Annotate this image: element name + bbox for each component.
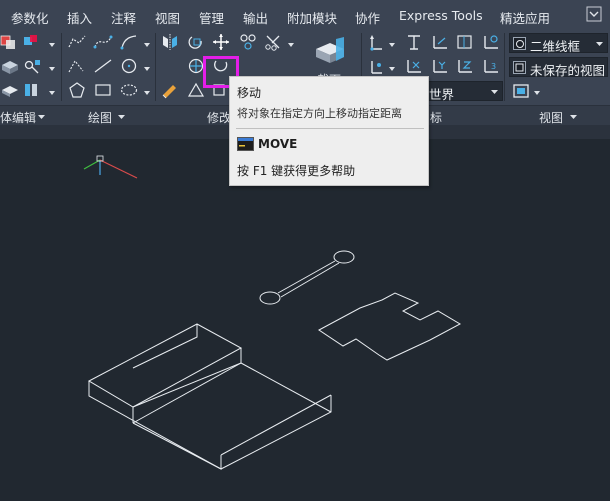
section-plane-icon[interactable] [312,35,348,69]
command-line-icon [237,137,254,151]
tab-featured-apps[interactable]: 精选应用 [500,8,550,27]
rotate-icon[interactable] [186,33,206,51]
circle-dropdown-icon[interactable] [144,67,150,71]
arc-icon[interactable] [119,33,139,51]
tooltip-divider [236,128,424,129]
ellipse-dropdown-icon[interactable] [144,91,150,95]
named-view-combo[interactable]: 未保存的视图 [509,57,608,78]
spline-cv-icon[interactable] [67,57,87,75]
ucs-origin-dropdown-icon[interactable] [389,67,395,71]
chevron-down-icon[interactable] [118,115,125,119]
tab-insert[interactable]: 插入 [67,8,92,27]
chevron-down-icon [491,90,498,94]
shell-icon[interactable] [22,57,42,75]
erase-icon[interactable] [160,81,180,99]
visual-style-icon [513,37,526,50]
ucs-3point-icon[interactable]: 3 [481,57,501,75]
trim-dropdown-icon[interactable] [288,43,294,47]
tab-express-tools[interactable]: Express Tools [399,8,483,23]
edit-dropdown-icon[interactable] [49,67,55,71]
tab-collaborate[interactable]: 协作 [355,8,380,27]
visual-style-combo[interactable]: 二维线框 [509,33,608,54]
tab-output[interactable]: 输出 [243,8,268,27]
tab-view[interactable]: 视图 [155,8,180,27]
group-label-view[interactable]: 视图 [539,109,563,126]
ucs-world-icon[interactable] [430,33,450,51]
chevron-down-icon [596,42,603,46]
separate-icon[interactable] [0,81,20,99]
ucs-named-icon[interactable] [404,33,424,51]
spline-icon[interactable] [93,33,113,51]
tab-addins[interactable]: 附加模块 [287,8,337,27]
group-label-solid-edit[interactable]: 体编辑 [0,109,36,126]
mirror-icon[interactable] [160,33,180,51]
group-label-coordinates[interactable]: 标 [430,109,442,126]
visual-style-value: 二维线框 [530,39,581,54]
ucs-icon[interactable] [366,33,386,51]
tab-parametric[interactable]: 参数化 [11,8,49,27]
chevron-down-icon[interactable] [38,115,45,119]
ucs-origin-icon[interactable] [366,57,386,75]
chevron-down-icon[interactable] [570,115,577,119]
polyline-icon[interactable] [67,33,87,51]
drawing-plate-part[interactable] [318,292,462,361]
slice-dropdown-icon[interactable] [49,91,55,95]
tooltip-description: 将对象在指定方向上移动指定距离 [237,107,402,120]
rectangle-icon[interactable] [93,81,113,99]
group-label-draw[interactable]: 绘图 [88,109,112,126]
ucs-dropdown-icon[interactable] [389,43,395,47]
ucs-x-icon[interactable] [404,57,424,75]
extrude-faces-icon[interactable] [0,57,20,75]
tab-manage[interactable]: 管理 [199,8,224,27]
ucs-y-icon[interactable] [430,57,450,75]
group-label-modify[interactable]: 修改 [207,109,231,126]
ucs-object-icon[interactable] [481,33,501,51]
move-tooltip: 移动 将对象在指定方向上移动指定距离 MOVE 按 F1 键获得更多帮助 [229,76,429,186]
drawing-link-part[interactable] [259,250,355,305]
drawing-3d-block[interactable] [87,323,332,470]
viewport-icon[interactable] [512,82,532,100]
tab-annotate[interactable]: 注释 [111,8,136,27]
circle-icon[interactable] [119,57,139,75]
ucs-combo-value: 世界 [429,87,455,102]
ucs-z-icon[interactable] [455,57,475,75]
tooltip-command: MOVE [258,137,298,151]
slice-icon[interactable] [22,81,42,99]
arc-dropdown-icon[interactable] [144,43,150,47]
svg-text:3: 3 [491,62,496,71]
solid-subtract-icon[interactable] [22,33,42,51]
polygon-icon[interactable] [67,81,87,99]
tooltip-help: 按 F1 键获得更多帮助 [237,164,356,178]
ucs-axis-icon [83,155,138,179]
line-icon[interactable] [93,57,113,75]
tooltip-title: 移动 [237,86,262,100]
move-icon[interactable] [211,33,231,51]
ribbon-tab-bar: 参数化 插入 注释 视图 管理 输出 附加模块 协作 Express Tools… [0,0,610,29]
fillet-icon[interactable] [239,33,259,51]
view-icon [513,61,526,74]
trim-icon[interactable] [264,33,284,51]
ellipse-icon[interactable] [119,81,139,99]
ucs-previous-icon[interactable] [455,33,475,51]
viewport-dropdown-icon[interactable] [534,91,540,95]
ribbon-minimize-icon[interactable] [586,6,602,22]
named-view-value: 未保存的视图 [530,63,606,78]
solid-dropdown-icon[interactable] [49,43,55,47]
solid-union-icon[interactable] [0,33,20,51]
